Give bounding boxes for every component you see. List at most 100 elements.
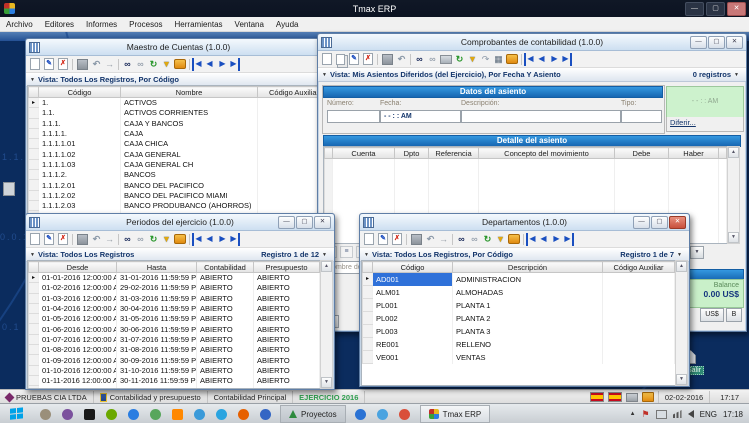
cell[interactable]: 31-08-2016 11:59:59 PM xyxy=(117,345,197,355)
descripcion-field[interactable] xyxy=(461,110,621,123)
vista-bar[interactable]: ▼ Vista: Mis Asientos Diferidos (del Eje… xyxy=(318,68,746,82)
cell[interactable]: ALM01 xyxy=(373,286,453,299)
delete-icon[interactable]: ✗ xyxy=(58,58,68,70)
nav-next-icon[interactable]: ▶ xyxy=(548,53,561,66)
undo-icon[interactable]: ↶ xyxy=(424,233,437,246)
row-selector[interactable] xyxy=(29,293,39,303)
display-icon[interactable] xyxy=(656,410,667,419)
module-section[interactable]: Contabilidad y presupuesto xyxy=(94,391,208,403)
snapshot-icon[interactable] xyxy=(506,54,518,64)
filter-icon[interactable]: ▼ xyxy=(160,233,173,246)
cell[interactable]: 30-06-2016 11:59:59 PM xyxy=(117,324,197,334)
gdrive-icon[interactable] xyxy=(128,409,139,420)
delete-icon[interactable]: ✗ xyxy=(58,233,68,245)
table-row[interactable]: 1.1.1.2.02BANCO DEL PACIFICO MIAMI xyxy=(29,190,331,200)
cell[interactable] xyxy=(603,299,675,312)
restore-icon[interactable]: ▢ xyxy=(296,216,313,229)
firefox-icon[interactable] xyxy=(238,409,249,420)
printer-icon[interactable] xyxy=(626,393,638,402)
cell[interactable]: ABIERTO xyxy=(254,324,320,334)
cell[interactable]: ACTIVOS CORRIENTES xyxy=(121,108,258,118)
table-row[interactable]: ALM01ALMOHADAS xyxy=(363,286,675,299)
cell[interactable]: ABIERTO xyxy=(254,303,320,313)
table-row[interactable]: ▸AD001ADMINISTRACION xyxy=(363,273,675,286)
column-header[interactable]: Referencia xyxy=(429,148,479,159)
row-selector[interactable] xyxy=(29,355,39,365)
column-header[interactable]: Presupuesto xyxy=(254,262,320,273)
menu-item[interactable]: Ayuda xyxy=(270,20,305,29)
table-row[interactable]: 1.1.ACTIVOS CORRIENTES xyxy=(29,108,331,118)
cell[interactable]: ABIERTO xyxy=(197,334,254,344)
print-icon[interactable] xyxy=(440,55,452,64)
nav-next-icon[interactable]: ▶ xyxy=(550,233,563,246)
minimize-icon[interactable]: — xyxy=(690,36,707,49)
cell[interactable]: 01-07-2016 12:00:00 AM xyxy=(39,334,117,344)
new-icon[interactable] xyxy=(364,233,374,245)
drive-icon[interactable] xyxy=(150,409,161,420)
column-header[interactable]: Nombre xyxy=(121,87,258,98)
app-titlebar[interactable]: Tmax ERP — ▢ ✕ xyxy=(0,0,749,17)
row-selector[interactable] xyxy=(29,128,39,138)
cell[interactable] xyxy=(603,286,675,299)
cell[interactable]: 31-03-2016 11:59:59 PM xyxy=(117,293,197,303)
row-selector[interactable] xyxy=(29,386,39,389)
network-signal-icon[interactable] xyxy=(673,410,682,418)
row-selector[interactable] xyxy=(29,118,39,128)
table-row[interactable]: RE001RELLENO xyxy=(363,338,675,351)
delete-row-icon[interactable]: ≡ xyxy=(340,246,353,258)
currency-b-button[interactable]: B xyxy=(726,308,742,322)
cell[interactable]: PL002 xyxy=(373,312,453,325)
chevron-down-icon[interactable]: ▼ xyxy=(677,252,682,258)
cell[interactable]: ALMOHADAS xyxy=(453,286,603,299)
fecha-field[interactable]: - - : : AM xyxy=(380,110,461,123)
cell[interactable]: ABIERTO xyxy=(254,334,320,344)
tmax-erp-task-button[interactable]: Tmax ERP xyxy=(420,405,491,423)
table-row[interactable]: 1.1.1.2.03BANCO PRODUBANCO (AHORROS) xyxy=(29,200,331,210)
cell[interactable]: CAJA GENERAL CH xyxy=(121,159,258,169)
edit-icon[interactable]: ✎ xyxy=(44,58,54,70)
row-selector[interactable] xyxy=(363,325,373,338)
cell[interactable]: 1.1.1.2. xyxy=(39,170,121,180)
cell[interactable]: AD001 xyxy=(373,273,453,286)
row-selector[interactable] xyxy=(29,303,39,313)
cell[interactable]: 30-09-2016 11:59:59 PM xyxy=(117,355,197,365)
find-next-icon[interactable]: ∞ xyxy=(426,53,439,66)
maximize-icon[interactable]: ▢ xyxy=(706,2,725,16)
cell[interactable]: 31-12-2016 11:59:59 PM xyxy=(117,386,197,389)
row-selector[interactable] xyxy=(29,375,39,385)
row-selector[interactable] xyxy=(29,283,39,293)
save-icon[interactable] xyxy=(77,234,88,245)
cell[interactable]: ABIERTO xyxy=(197,345,254,355)
cell[interactable]: RELLENO xyxy=(453,338,603,351)
clock[interactable]: 17:18 xyxy=(723,410,743,419)
folder-icon[interactable] xyxy=(642,392,654,402)
row-selector[interactable] xyxy=(29,159,39,169)
cell[interactable]: 31-10-2016 11:59:59 PM xyxy=(117,365,197,375)
spotify-icon[interactable] xyxy=(106,409,117,420)
find-next-icon[interactable]: ∞ xyxy=(468,233,481,246)
table-row[interactable]: 1.1.1.2.BANCOS xyxy=(29,170,331,180)
row-selector[interactable] xyxy=(363,286,373,299)
diferir-link[interactable]: Diferir... xyxy=(666,117,744,132)
cell[interactable]: 1. xyxy=(39,98,121,108)
proyectos-button[interactable]: Proyectos xyxy=(280,405,346,423)
save-icon[interactable] xyxy=(382,54,393,65)
cell[interactable]: 01-10-2016 12:00:00 AM xyxy=(39,365,117,375)
cell[interactable]: ABIERTO xyxy=(254,355,320,365)
grid-view-icon[interactable]: ▦ xyxy=(492,53,505,66)
cell[interactable]: 30-04-2016 11:59:59 PM xyxy=(117,303,197,313)
column-header[interactable]: Hasta xyxy=(117,262,197,273)
find-icon[interactable]: ∞ xyxy=(121,233,134,246)
window-titlebar[interactable]: Departamentos (1.0.0) — ▢ ✕ xyxy=(360,214,689,231)
table-row[interactable]: 01-12-2016 12:00:00 AM31-12-2016 11:59:5… xyxy=(29,386,320,389)
row-selector[interactable] xyxy=(29,365,39,375)
row-selector[interactable] xyxy=(29,334,39,344)
cell[interactable]: 01-12-2016 12:00:00 AM xyxy=(39,386,117,389)
table-row[interactable]: 1.1.1.1.03CAJA GENERAL CH xyxy=(29,159,331,169)
table-row[interactable]: VE001VENTAS xyxy=(363,351,675,364)
cell[interactable]: 01-11-2016 12:00:00 AM xyxy=(39,375,117,385)
vlc-icon[interactable] xyxy=(172,409,183,420)
pin-icon[interactable]: → xyxy=(103,58,116,71)
row-selector[interactable] xyxy=(29,108,39,118)
filter-icon[interactable]: ▼ xyxy=(466,53,479,66)
